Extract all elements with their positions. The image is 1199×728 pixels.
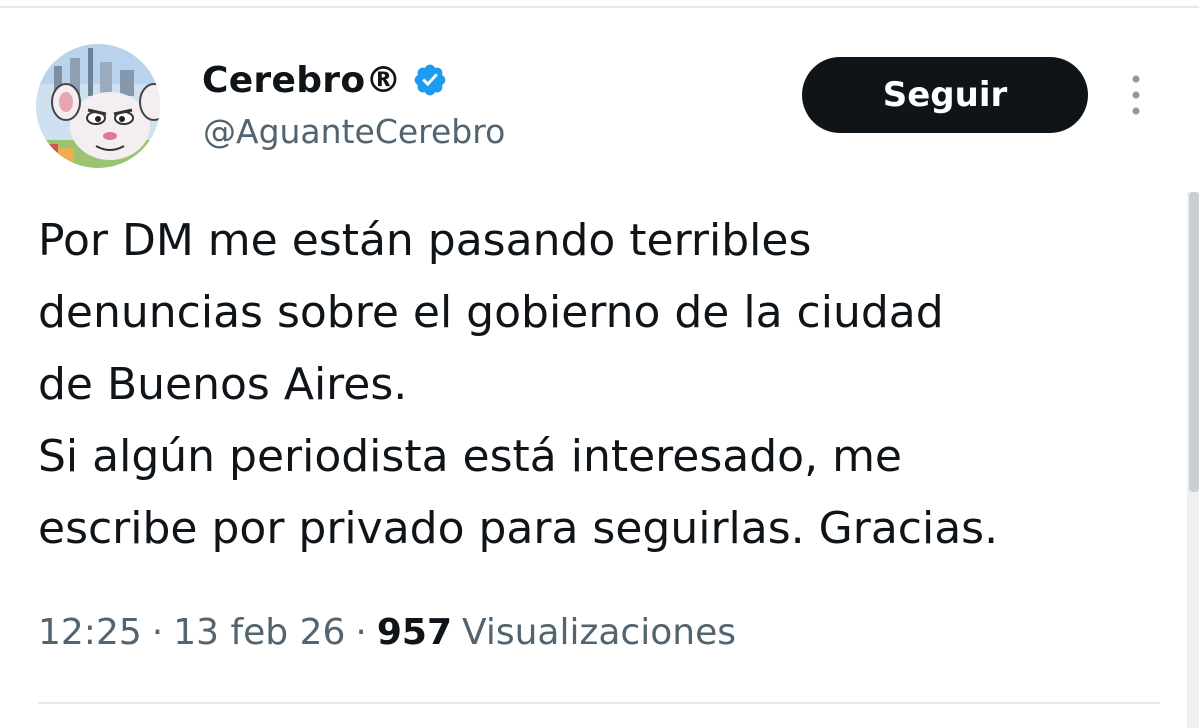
tweet-date[interactable]: 13 feb 26 <box>173 612 345 653</box>
avatar[interactable] <box>36 44 160 168</box>
tweet-metadata: 12:25 · 13 feb 26 · 957 Visualizaciones <box>38 612 736 653</box>
tweet-text-line: denuncias sobre el gobierno de la ciudad <box>38 287 944 338</box>
views-label[interactable]: Visualizaciones <box>462 612 736 653</box>
author-display-name[interactable]: Cerebro® <box>202 55 448 105</box>
verified-badge-icon <box>414 64 446 96</box>
tweet-text-line: Si algún periodista está interesado, me <box>38 431 902 482</box>
tweet-text-line: escribe por privado para seguirlas. Grac… <box>38 503 999 554</box>
views-count[interactable]: 957 <box>377 612 462 653</box>
tweet-text-line: de Buenos Aires. <box>38 359 408 410</box>
author-name-text: Cerebro® <box>202 59 402 101</box>
tweet-text: Por DM me están pasando terribles denunc… <box>38 205 1178 565</box>
author-handle[interactable]: @AguanteCerebro <box>203 112 505 151</box>
tweet-text-line: Por DM me están pasando terribles <box>38 215 812 266</box>
bottom-divider <box>38 702 1160 704</box>
meta-separator: · <box>355 612 367 653</box>
follow-button[interactable]: Seguir <box>802 57 1088 133</box>
more-vertical-icon[interactable] <box>1126 70 1146 120</box>
tweet-time[interactable]: 12:25 <box>38 612 142 653</box>
avatar-image <box>36 44 160 168</box>
meta-separator: · <box>151 612 164 653</box>
scrollbar-thumb[interactable] <box>1189 192 1199 492</box>
top-divider <box>0 6 1199 8</box>
